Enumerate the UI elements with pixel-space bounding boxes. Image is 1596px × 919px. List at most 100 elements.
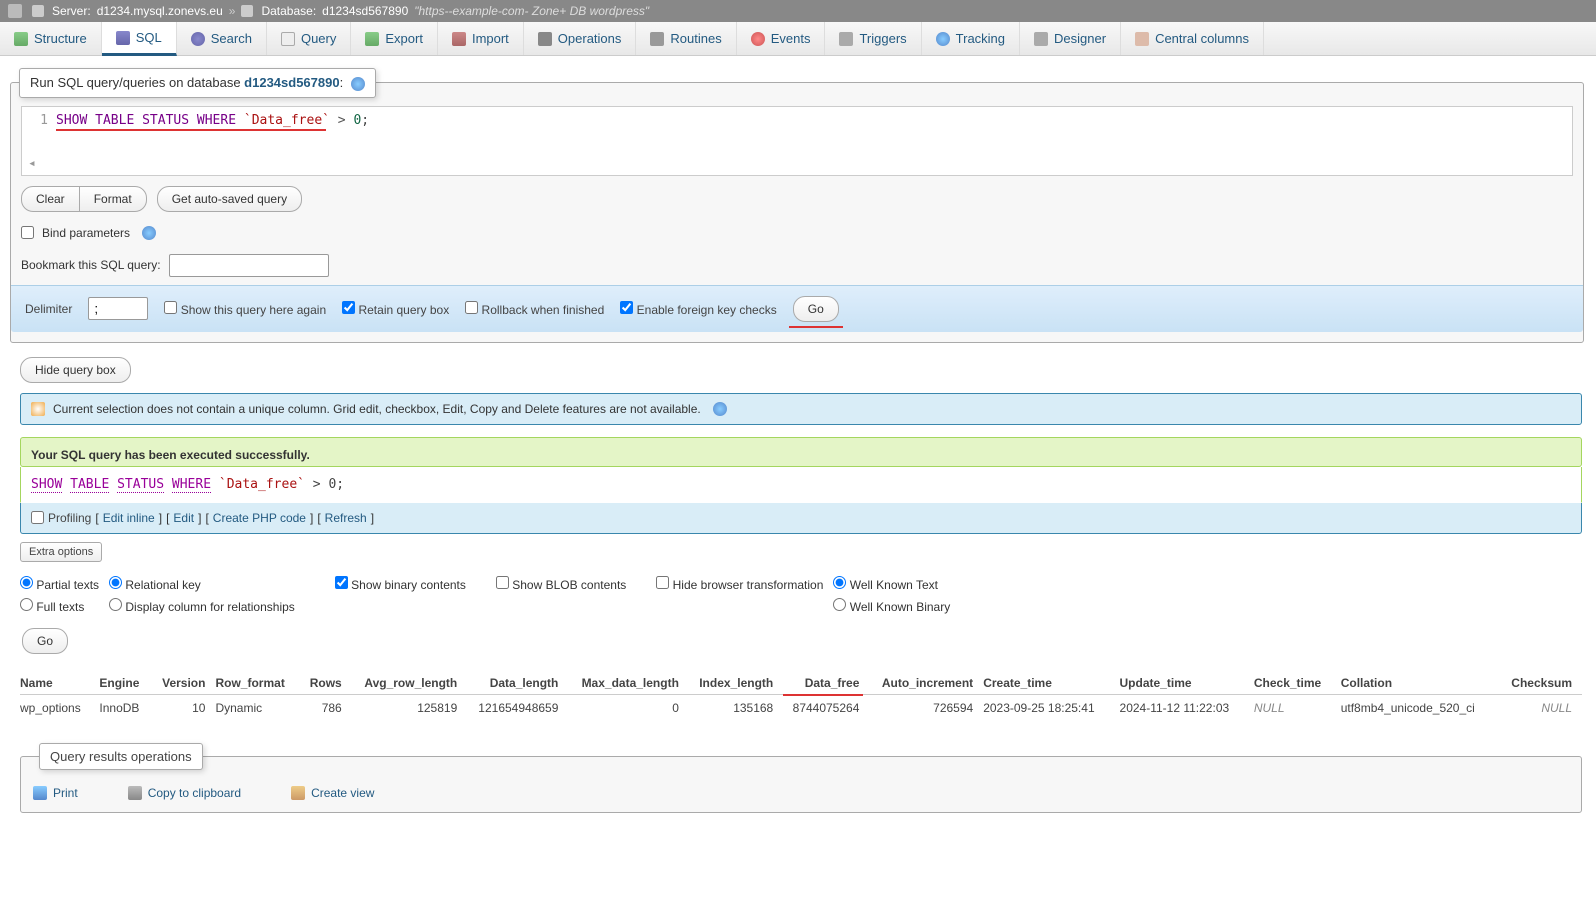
nav-toggle-icon[interactable] (8, 4, 22, 18)
col-row-format[interactable]: Row_format (215, 672, 304, 695)
annotation-underline (56, 129, 326, 131)
cell-version: 10 (156, 694, 216, 721)
show-binary-option[interactable]: Show binary contents (335, 576, 466, 614)
profiling-label: Profiling (48, 511, 91, 525)
structure-icon (14, 32, 28, 46)
hide-transformation-option[interactable]: Hide browser transformation (656, 576, 823, 614)
cell-update-time: 2024-11-12 11:22:03 (1120, 694, 1254, 721)
col-index-length[interactable]: Index_length (689, 672, 783, 695)
refresh-link[interactable]: Refresh (325, 511, 367, 525)
cell-check-time: NULL (1254, 694, 1341, 721)
server-label: Server: (52, 4, 91, 18)
edit-link[interactable]: Edit (173, 511, 194, 525)
extra-options-toggle[interactable]: Extra options (20, 542, 102, 562)
cell-index-length: 135168 (689, 694, 783, 721)
central-columns-icon (1135, 32, 1149, 46)
format-button[interactable]: Format (79, 186, 147, 212)
col-auto-increment[interactable]: Auto_increment (869, 672, 983, 695)
cell-engine: InnoDB (99, 694, 155, 721)
cell-max-data-length: 0 (568, 694, 689, 721)
help-icon[interactable] (713, 402, 727, 416)
help-icon[interactable] (351, 77, 365, 91)
display-column-option[interactable]: Display column for relationships (109, 598, 295, 614)
database-link[interactable]: d1234sd567890 (322, 4, 408, 18)
col-avg-row-length[interactable]: Avg_row_length (352, 672, 468, 695)
cell-collation: utf8mb4_unicode_520_ci (1341, 694, 1503, 721)
show-blob-option[interactable]: Show BLOB contents (496, 576, 626, 614)
profiling-checkbox[interactable] (31, 511, 44, 524)
col-data-length[interactable]: Data_length (467, 672, 568, 695)
wkb-option[interactable]: Well Known Binary (833, 598, 950, 614)
show-again-option[interactable]: Show this query here again (164, 301, 326, 317)
bind-params-checkbox[interactable] (21, 226, 34, 239)
col-create-time[interactable]: Create_time (983, 672, 1119, 695)
edit-inline-link[interactable]: Edit inline (103, 511, 155, 525)
cell-rows: 786 (305, 694, 352, 721)
hide-query-box-button[interactable]: Hide query box (20, 357, 131, 383)
fk-checkbox[interactable] (620, 301, 633, 314)
full-texts-option[interactable]: Full texts (20, 598, 99, 614)
tab-operations[interactable]: Operations (524, 22, 637, 55)
wkt-option[interactable]: Well Known Text (833, 576, 950, 592)
tab-sql[interactable]: SQL (102, 22, 177, 56)
notice-box: Current selection does not contain a uni… (20, 393, 1582, 425)
sql-editor[interactable]: 1SHOW TABLE STATUS WHERE `Data_free` > 0… (21, 106, 1573, 176)
rollback-option[interactable]: Rollback when finished (465, 301, 604, 317)
fk-option[interactable]: Enable foreign key checks (620, 301, 776, 317)
cell-avg-row-length: 125819 (352, 694, 468, 721)
col-data-free[interactable]: Data_free (783, 672, 869, 695)
col-version[interactable]: Version (156, 672, 216, 695)
tracking-icon (936, 32, 950, 46)
routines-icon (650, 32, 664, 46)
col-engine[interactable]: Engine (99, 672, 155, 695)
export-icon (365, 32, 379, 46)
tab-central-columns[interactable]: Central columns (1121, 22, 1264, 55)
tab-structure[interactable]: Structure (0, 22, 102, 55)
col-max-data-length[interactable]: Max_data_length (568, 672, 689, 695)
tab-query[interactable]: Query (267, 22, 351, 55)
cell-data-free: 8744075264 (783, 694, 869, 721)
server-link[interactable]: d1234.mysql.zonevs.eu (97, 4, 223, 18)
autosaved-button[interactable]: Get auto-saved query (157, 186, 302, 212)
tab-events[interactable]: Events (737, 22, 826, 55)
col-name[interactable]: Name (20, 672, 99, 695)
fold-icon[interactable]: ◂ (28, 156, 36, 171)
table-row: wp_options InnoDB 10 Dynamic 786 125819 … (20, 694, 1582, 721)
tab-search[interactable]: Search (177, 22, 267, 55)
tab-triggers[interactable]: Triggers (825, 22, 921, 55)
relational-key-option[interactable]: Relational key (109, 576, 295, 592)
breadcrumb: Server: d1234.mysql.zonevs.eu » Database… (0, 0, 1596, 22)
retain-checkbox[interactable] (342, 301, 355, 314)
cell-auto-increment: 726594 (869, 694, 983, 721)
copy-clipboard-link[interactable]: Copy to clipboard (128, 786, 241, 800)
tab-export[interactable]: Export (351, 22, 438, 55)
col-checksum[interactable]: Checksum (1503, 672, 1583, 695)
warning-icon (31, 402, 45, 416)
tab-import[interactable]: Import (438, 22, 524, 55)
query-toolbar: Profiling [Edit inline] [Edit] [Create P… (20, 503, 1582, 534)
help-icon[interactable] (142, 226, 156, 240)
retain-option[interactable]: Retain query box (342, 301, 449, 317)
print-link[interactable]: Print (33, 786, 78, 800)
col-check-time[interactable]: Check_time (1254, 672, 1341, 695)
tab-tracking[interactable]: Tracking (922, 22, 1020, 55)
tab-designer[interactable]: Designer (1020, 22, 1121, 55)
bookmark-input[interactable] (169, 254, 329, 277)
table-header-row: Name Engine Version Row_format Rows Avg_… (20, 672, 1582, 695)
clear-button[interactable]: Clear (21, 186, 80, 212)
tab-routines[interactable]: Routines (636, 22, 736, 55)
query-results-operations: Query results operations Print Copy to c… (20, 743, 1582, 813)
col-update-time[interactable]: Update_time (1120, 672, 1254, 695)
partial-texts-option[interactable]: Partial texts (20, 576, 99, 592)
col-rows[interactable]: Rows (305, 672, 352, 695)
col-collation[interactable]: Collation (1341, 672, 1503, 695)
options-go-button[interactable]: Go (22, 628, 68, 654)
create-view-link[interactable]: Create view (291, 786, 374, 800)
bookmark-label: Bookmark this SQL query: (21, 258, 161, 272)
delimiter-input[interactable] (88, 297, 148, 320)
show-again-checkbox[interactable] (164, 301, 177, 314)
go-button[interactable]: Go (793, 296, 839, 322)
rollback-checkbox[interactable] (465, 301, 478, 314)
create-php-link[interactable]: Create PHP code (213, 511, 306, 525)
sql-legend: Run SQL query/queries on database d1234s… (19, 68, 376, 98)
